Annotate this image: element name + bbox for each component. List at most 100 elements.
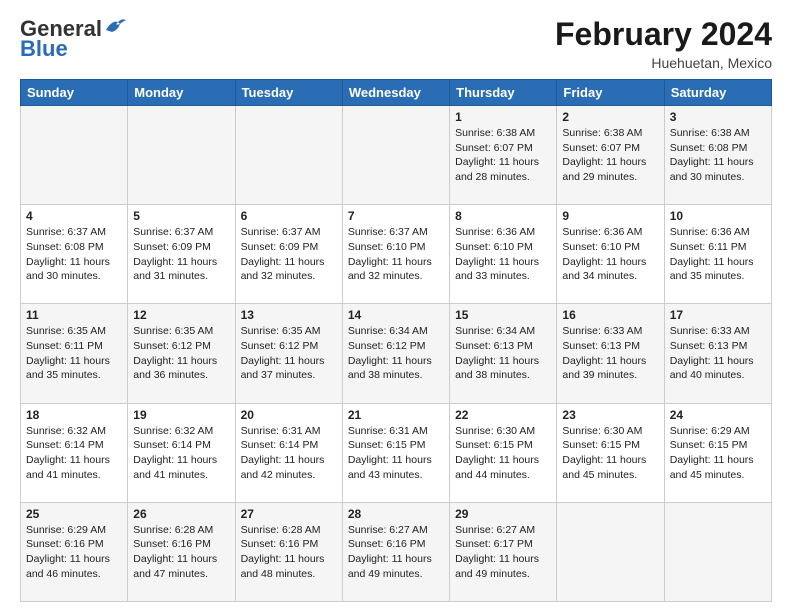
day-info: Sunrise: 6:38 AMSunset: 6:08 PMDaylight:…: [670, 126, 766, 185]
calendar-cell: 3 Sunrise: 6:38 AMSunset: 6:08 PMDaylight…: [664, 106, 771, 205]
calendar-week-row: 4 Sunrise: 6:37 AMSunset: 6:08 PMDaylight…: [21, 205, 772, 304]
weekday-header: Sunday: [21, 80, 128, 106]
calendar-cell: 17Sunrise: 6:33 AMSunset: 6:13 PMDayligh…: [664, 304, 771, 403]
day-info: Sunrise: 6:29 AMSunset: 6:15 PMDaylight:…: [670, 424, 766, 483]
day-info: Sunrise: 6:30 AMSunset: 6:15 PMDaylight:…: [455, 424, 551, 483]
day-number: 19: [133, 408, 229, 422]
day-info: Sunrise: 6:33 AMSunset: 6:13 PMDaylight:…: [670, 324, 766, 383]
calendar-week-row: 18 Sunrise: 6:32 AMSunset: 6:14 PMDayligh…: [21, 403, 772, 502]
day-number: 11: [26, 308, 122, 322]
day-info: Sunrise: 6:30 AMSunset: 6:15 PMDaylight:…: [562, 424, 658, 483]
calendar-cell: [342, 106, 449, 205]
calendar-cell: 8Sunrise: 6:36 AMSunset: 6:10 PMDaylight…: [450, 205, 557, 304]
calendar-cell: 23Sunrise: 6:30 AMSunset: 6:15 PMDayligh…: [557, 403, 664, 502]
day-number: 7: [348, 209, 444, 223]
day-info: Sunrise: 6:27 AMSunset: 6:17 PMDaylight:…: [455, 523, 551, 582]
day-info: Sunrise: 6:37 AMSunset: 6:08 PMDaylight:…: [26, 225, 122, 284]
day-info: Sunrise: 6:35 AMSunset: 6:12 PMDaylight:…: [241, 324, 337, 383]
day-number: 24: [670, 408, 766, 422]
day-info: Sunrise: 6:31 AMSunset: 6:14 PMDaylight:…: [241, 424, 337, 483]
day-info: Sunrise: 6:37 AMSunset: 6:10 PMDaylight:…: [348, 225, 444, 284]
calendar: SundayMondayTuesdayWednesdayThursdayFrid…: [20, 79, 772, 602]
calendar-body: 1 Sunrise: 6:38 AMSunset: 6:07 PMDaylight…: [21, 106, 772, 602]
calendar-cell: 20 Sunrise: 6:31 AMSunset: 6:14 PMDayligh…: [235, 403, 342, 502]
calendar-cell: 5Sunrise: 6:37 AMSunset: 6:09 PMDaylight…: [128, 205, 235, 304]
calendar-cell: [235, 106, 342, 205]
day-number: 15: [455, 308, 551, 322]
calendar-cell: 10 Sunrise: 6:36 AMSunset: 6:11 PMDayligh…: [664, 205, 771, 304]
day-info: Sunrise: 6:38 AMSunset: 6:07 PMDaylight:…: [455, 126, 551, 185]
day-number: 4: [26, 209, 122, 223]
calendar-cell: 16Sunrise: 6:33 AMSunset: 6:13 PMDayligh…: [557, 304, 664, 403]
day-info: Sunrise: 6:37 AMSunset: 6:09 PMDaylight:…: [133, 225, 229, 284]
calendar-week-row: 1 Sunrise: 6:38 AMSunset: 6:07 PMDaylight…: [21, 106, 772, 205]
calendar-cell: [21, 106, 128, 205]
day-number: 20: [241, 408, 337, 422]
calendar-cell: 28 Sunrise: 6:27 AMSunset: 6:16 PMDayligh…: [342, 502, 449, 601]
day-info: Sunrise: 6:35 AMSunset: 6:12 PMDaylight:…: [133, 324, 229, 383]
weekday-header: Friday: [557, 80, 664, 106]
day-info: Sunrise: 6:28 AMSunset: 6:16 PMDaylight:…: [241, 523, 337, 582]
day-info: Sunrise: 6:36 AMSunset: 6:11 PMDaylight:…: [670, 225, 766, 284]
page: General Blue February 2024 Huehuetan, Me…: [0, 0, 792, 612]
calendar-cell: 4 Sunrise: 6:37 AMSunset: 6:08 PMDaylight…: [21, 205, 128, 304]
day-number: 16: [562, 308, 658, 322]
calendar-cell: [128, 106, 235, 205]
day-number: 27: [241, 507, 337, 521]
day-info: Sunrise: 6:27 AMSunset: 6:16 PMDaylight:…: [348, 523, 444, 582]
day-number: 28: [348, 507, 444, 521]
logo: General Blue: [20, 16, 126, 62]
calendar-cell: 13 Sunrise: 6:35 AMSunset: 6:12 PMDayligh…: [235, 304, 342, 403]
weekday-header: Saturday: [664, 80, 771, 106]
day-info: Sunrise: 6:38 AMSunset: 6:07 PMDaylight:…: [562, 126, 658, 185]
weekday-header: Thursday: [450, 80, 557, 106]
day-info: Sunrise: 6:37 AMSunset: 6:09 PMDaylight:…: [241, 225, 337, 284]
calendar-cell: 21 Sunrise: 6:31 AMSunset: 6:15 PMDayligh…: [342, 403, 449, 502]
day-number: 21: [348, 408, 444, 422]
calendar-cell: 24 Sunrise: 6:29 AMSunset: 6:15 PMDayligh…: [664, 403, 771, 502]
calendar-cell: [557, 502, 664, 601]
calendar-table: SundayMondayTuesdayWednesdayThursdayFrid…: [20, 79, 772, 602]
day-number: 25: [26, 507, 122, 521]
day-number: 12: [133, 308, 229, 322]
header: General Blue February 2024 Huehuetan, Me…: [20, 16, 772, 71]
day-info: Sunrise: 6:29 AMSunset: 6:16 PMDaylight:…: [26, 523, 122, 582]
logo-bird-icon: [104, 18, 126, 36]
day-info: Sunrise: 6:28 AMSunset: 6:16 PMDaylight:…: [133, 523, 229, 582]
calendar-cell: 18Sunrise: 6:32 AMSunset: 6:14 PMDayligh…: [21, 403, 128, 502]
day-number: 3: [670, 110, 766, 124]
calendar-cell: 7 Sunrise: 6:37 AMSunset: 6:10 PMDaylight…: [342, 205, 449, 304]
day-number: 14: [348, 308, 444, 322]
calendar-cell: 12 Sunrise: 6:35 AMSunset: 6:12 PMDayligh…: [128, 304, 235, 403]
day-info: Sunrise: 6:34 AMSunset: 6:12 PMDaylight:…: [348, 324, 444, 383]
day-info: Sunrise: 6:35 AMSunset: 6:11 PMDaylight:…: [26, 324, 122, 383]
month-year: February 2024: [555, 16, 772, 53]
day-number: 18: [26, 408, 122, 422]
day-number: 8: [455, 209, 551, 223]
day-number: 9: [562, 209, 658, 223]
calendar-cell: 1 Sunrise: 6:38 AMSunset: 6:07 PMDaylight…: [450, 106, 557, 205]
calendar-cell: 25 Sunrise: 6:29 AMSunset: 6:16 PMDayligh…: [21, 502, 128, 601]
calendar-week-row: 11 Sunrise: 6:35 AMSunset: 6:11 PMDayligh…: [21, 304, 772, 403]
day-number: 1: [455, 110, 551, 124]
day-number: 26: [133, 507, 229, 521]
location: Huehuetan, Mexico: [555, 55, 772, 71]
day-number: 22: [455, 408, 551, 422]
calendar-cell: 19 Sunrise: 6:32 AMSunset: 6:14 PMDayligh…: [128, 403, 235, 502]
day-info: Sunrise: 6:32 AMSunset: 6:14 PMDaylight:…: [133, 424, 229, 483]
calendar-cell: 11 Sunrise: 6:35 AMSunset: 6:11 PMDayligh…: [21, 304, 128, 403]
day-number: 10: [670, 209, 766, 223]
day-info: Sunrise: 6:31 AMSunset: 6:15 PMDaylight:…: [348, 424, 444, 483]
calendar-cell: 22 Sunrise: 6:30 AMSunset: 6:15 PMDayligh…: [450, 403, 557, 502]
day-number: 29: [455, 507, 551, 521]
weekday-header: Wednesday: [342, 80, 449, 106]
weekday-row: SundayMondayTuesdayWednesdayThursdayFrid…: [21, 80, 772, 106]
day-info: Sunrise: 6:34 AMSunset: 6:13 PMDaylight:…: [455, 324, 551, 383]
weekday-header: Monday: [128, 80, 235, 106]
calendar-cell: 15 Sunrise: 6:34 AMSunset: 6:13 PMDayligh…: [450, 304, 557, 403]
calendar-cell: 14 Sunrise: 6:34 AMSunset: 6:12 PMDayligh…: [342, 304, 449, 403]
day-number: 13: [241, 308, 337, 322]
logo-blue: Blue: [20, 36, 68, 62]
calendar-cell: 2Sunrise: 6:38 AMSunset: 6:07 PMDaylight…: [557, 106, 664, 205]
calendar-header: SundayMondayTuesdayWednesdayThursdayFrid…: [21, 80, 772, 106]
